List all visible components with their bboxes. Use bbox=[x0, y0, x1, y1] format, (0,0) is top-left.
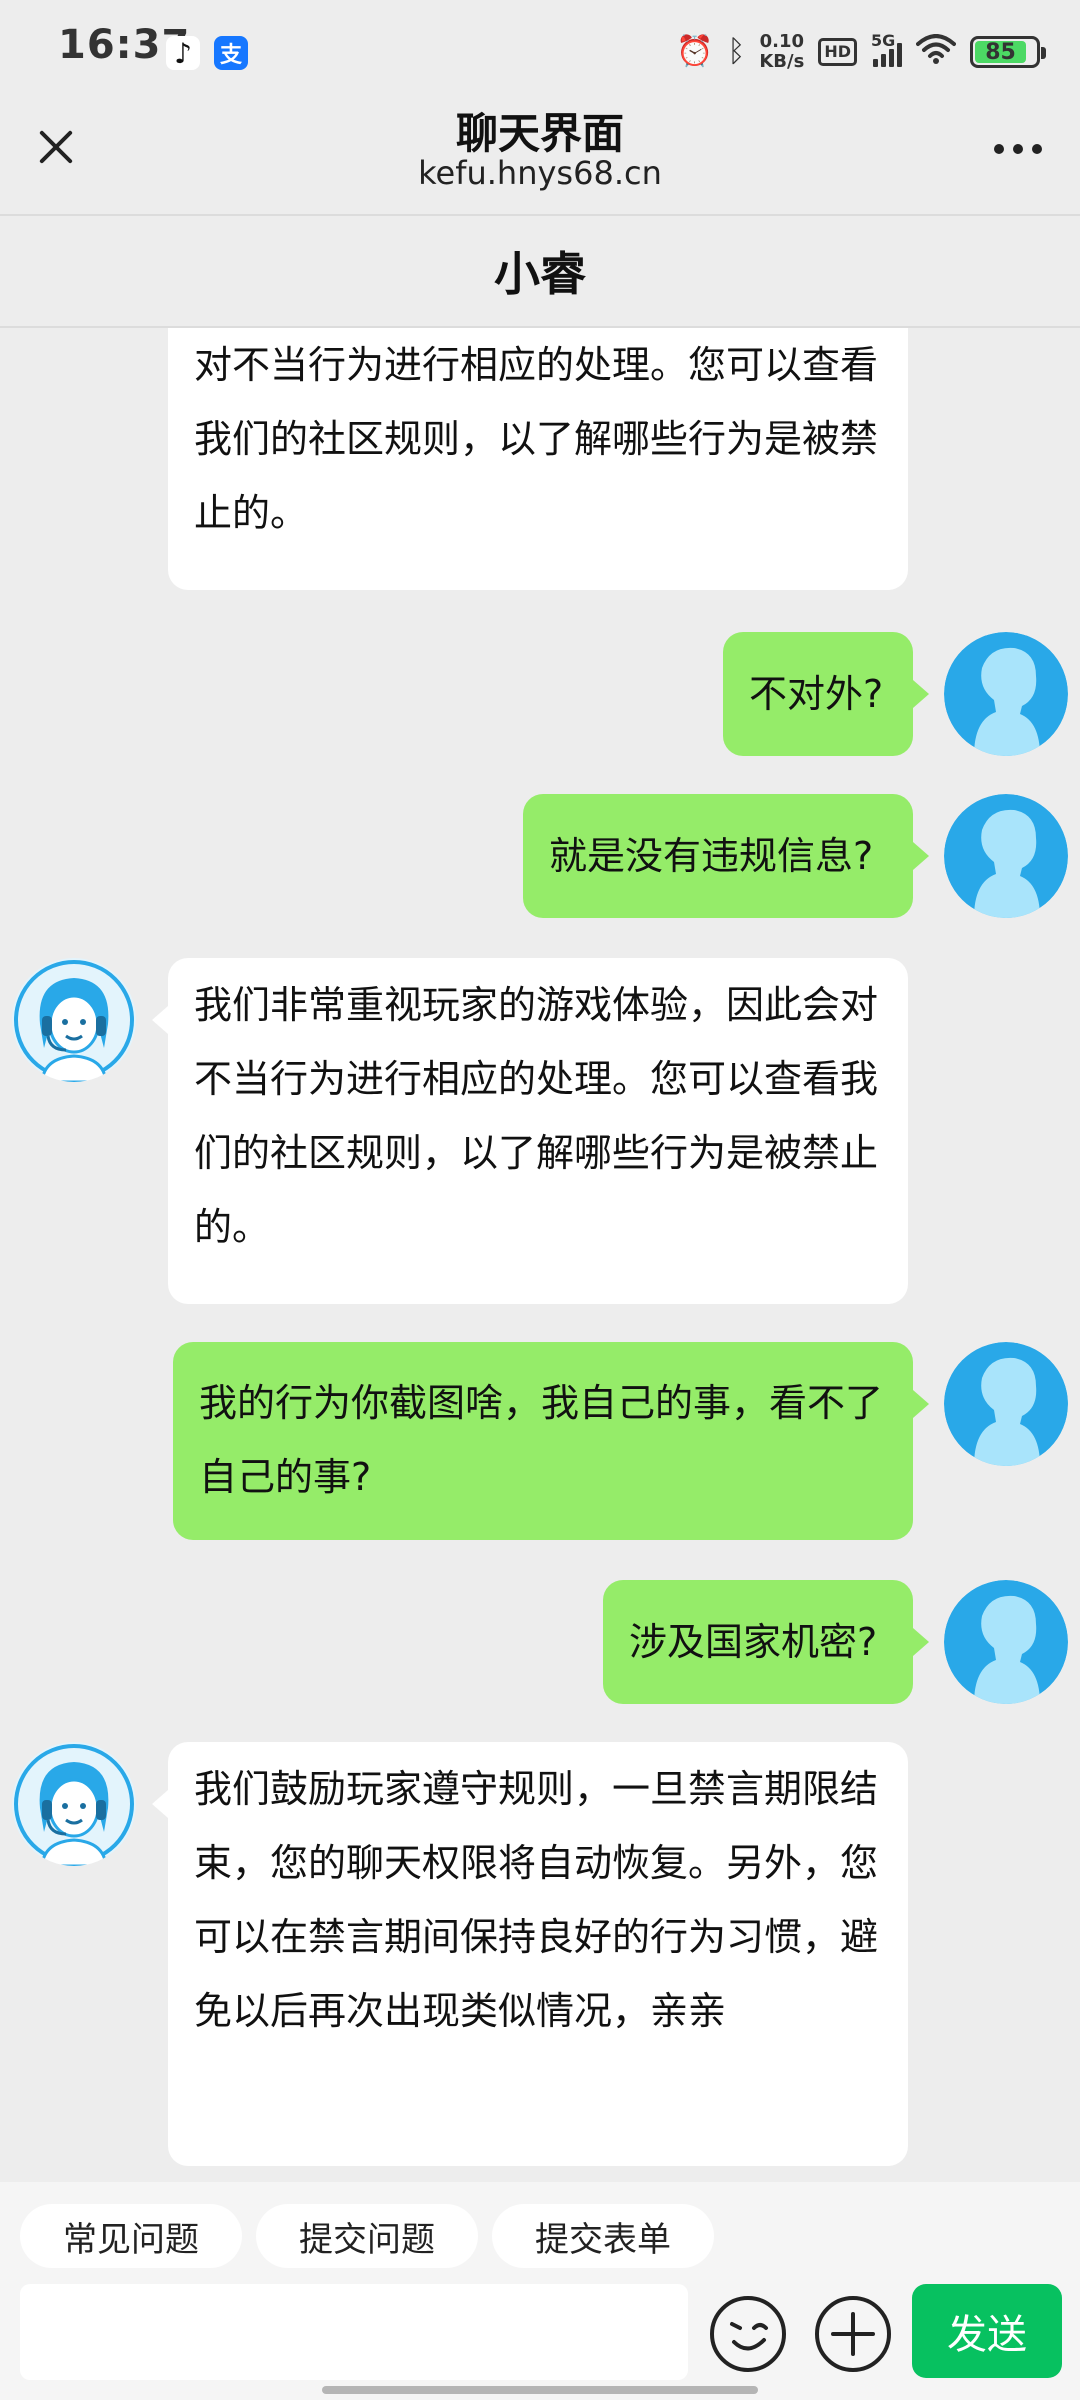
agent-avatar[interactable] bbox=[12, 1742, 136, 1866]
user-avatar[interactable] bbox=[944, 1342, 1068, 1466]
agent-message-bubble: 我们鼓励玩家遵守规则，一旦禁言期限结束，您的聊天权限将自动恢复。另外，您可以在禁… bbox=[152, 1742, 908, 2166]
send-button[interactable]: 发送 bbox=[912, 2284, 1062, 2378]
message-input[interactable] bbox=[20, 2284, 688, 2380]
user-avatar[interactable] bbox=[944, 632, 1068, 756]
input-area: 常见问题 提交问题 提交表单 发送 bbox=[0, 2182, 1080, 2400]
network-speed: 0.10 KB/s bbox=[759, 32, 804, 72]
battery-level: 85 bbox=[975, 40, 1026, 65]
quick-action-submit-question[interactable]: 提交问题 bbox=[256, 2204, 478, 2268]
plus-icon[interactable] bbox=[813, 2294, 893, 2374]
status-bar: 16:37 ♪ 支 ⏰ ᛒ 0.10 KB/s HD 5G 85 bbox=[0, 0, 1080, 96]
status-icons: ⏰ ᛒ 0.10 KB/s HD 5G 85 bbox=[676, 30, 1046, 74]
page-title: 聊天界面 bbox=[455, 109, 624, 158]
agent-message-bubble: 对不当行为进行相应的处理。您可以查看我们的社区规则，以了解哪些行为是被禁止的。 bbox=[168, 328, 908, 590]
message-text: 我们非常重视玩家的游戏体验，因此会对不当行为进行相应的处理。您可以查看我们的社区… bbox=[194, 983, 879, 1249]
user-message-bubble: 涉及国家机密? bbox=[603, 1580, 929, 1704]
agent-message-bubble: 我们非常重视玩家的游戏体验，因此会对不当行为进行相应的处理。您可以查看我们的社区… bbox=[152, 958, 908, 1304]
more-options-icon[interactable] bbox=[994, 144, 1042, 154]
quick-action-submit-form[interactable]: 提交表单 bbox=[492, 2204, 714, 2268]
hd-badge: HD bbox=[818, 38, 857, 66]
title-bar: 聊天界面 kefu.hnys68.cn bbox=[0, 96, 1080, 216]
network-speed-value: 0.10 bbox=[759, 31, 805, 52]
user-message-bubble: 不对外? bbox=[723, 632, 929, 756]
cellular-signal-icon: 5G bbox=[871, 31, 902, 67]
user-avatar[interactable] bbox=[944, 794, 1068, 918]
battery-icon: 85 bbox=[970, 36, 1046, 68]
user-message-bubble: 就是没有违规信息? bbox=[523, 794, 929, 918]
alarm-icon: ⏰ bbox=[676, 34, 714, 69]
alipay-icon: 支 bbox=[214, 36, 248, 70]
agent-name: 小睿 bbox=[0, 216, 1080, 328]
emoji-icon[interactable] bbox=[708, 2294, 788, 2374]
network-speed-unit: KB/s bbox=[759, 51, 805, 72]
message-text: 不对外? bbox=[749, 672, 884, 716]
quick-action-faq[interactable]: 常见问题 bbox=[20, 2204, 242, 2268]
message-text: 我的行为你截图啥，我自己的事，看不了自己的事? bbox=[199, 1381, 884, 1499]
message-text: 就是没有违规信息? bbox=[549, 834, 874, 878]
user-message-bubble: 我的行为你截图啥，我自己的事，看不了自己的事? bbox=[173, 1342, 929, 1540]
user-avatar[interactable] bbox=[944, 1580, 1068, 1704]
agent-avatar[interactable] bbox=[12, 958, 136, 1082]
chat-messages[interactable]: 对不当行为进行相应的处理。您可以查看我们的社区规则，以了解哪些行为是被禁止的。 … bbox=[0, 328, 1080, 2182]
message-text: 涉及国家机密? bbox=[629, 1620, 878, 1664]
page-url: kefu.hnys68.cn bbox=[418, 154, 662, 192]
wifi-icon bbox=[916, 34, 956, 70]
home-indicator[interactable] bbox=[322, 2386, 758, 2394]
message-text: 我们鼓励玩家遵守规则，一旦禁言期限结束，您的聊天权限将自动恢复。另外，您可以在禁… bbox=[194, 1767, 879, 2033]
bluetooth-icon: ᛒ bbox=[727, 34, 746, 69]
message-text: 对不当行为进行相应的处理。您可以查看我们的社区规则，以了解哪些行为是被禁止的。 bbox=[194, 343, 879, 535]
tiktok-icon: ♪ bbox=[166, 36, 200, 70]
network-type: 5G bbox=[871, 31, 896, 50]
